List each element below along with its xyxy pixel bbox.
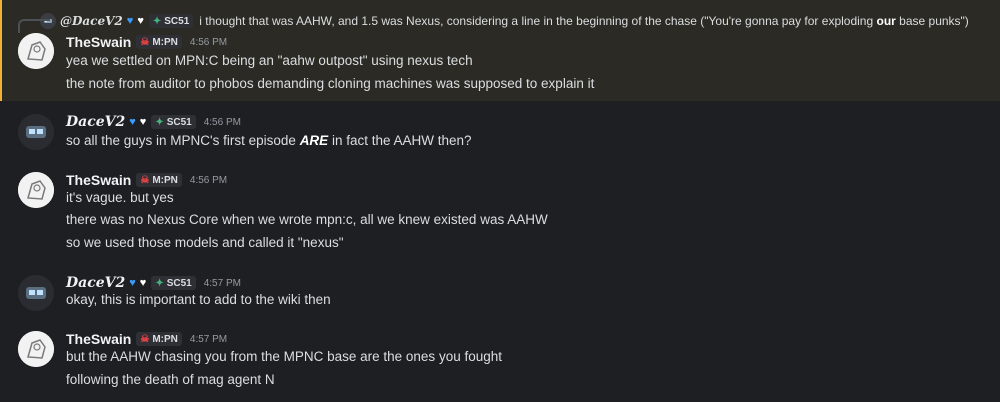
message-text: yea we settled on MPN:C being an "aahw o… bbox=[66, 53, 473, 68]
reply-preview[interactable]: @DaceV2 ♥ ♥ ✦ SC51 i thought that was AAH… bbox=[18, 10, 969, 33]
blue-heart-icon: ♥ bbox=[126, 15, 134, 27]
plus-star-icon: ✦ bbox=[155, 277, 164, 289]
white-heart-icon: ♥ bbox=[139, 116, 147, 128]
username[interactable]: DaceV2 bbox=[66, 275, 125, 291]
avatar[interactable] bbox=[18, 114, 54, 150]
blue-heart-icon: ♥ bbox=[129, 116, 136, 128]
timestamp[interactable]: 4:56 PM bbox=[204, 117, 241, 128]
plus-star-icon: ✦ bbox=[155, 116, 164, 128]
reply-role-tag[interactable]: ✦ SC51 bbox=[148, 14, 194, 28]
avatar[interactable] bbox=[18, 331, 54, 367]
blue-heart-icon: ♥ bbox=[129, 277, 136, 289]
timestamp[interactable]: 4:56 PM bbox=[190, 175, 227, 186]
message-text: there was no Nexus Core when we wrote mp… bbox=[66, 212, 548, 227]
username[interactable]: TheSwain bbox=[66, 331, 131, 347]
role-tag[interactable]: ✦ SC51 bbox=[151, 115, 196, 129]
timestamp[interactable]: 4:57 PM bbox=[204, 278, 241, 289]
message-text: it's vague. but yes bbox=[66, 190, 174, 205]
message-header: TheSwain ☠ M:PN 4:57 PM bbox=[66, 329, 227, 349]
role-tag[interactable]: ☠ M:PN bbox=[136, 332, 182, 346]
message-header: DaceV2 ♥ ♥ ✦ SC51 4:57 PM bbox=[66, 273, 241, 293]
timestamp[interactable]: 4:57 PM bbox=[190, 334, 227, 345]
role-tag[interactable]: ✦ SC51 bbox=[151, 276, 196, 290]
message-text: following the death of mag agent N bbox=[66, 372, 275, 387]
timestamp[interactable]: 4:56 PM bbox=[190, 37, 227, 48]
username[interactable]: TheSwain bbox=[66, 172, 131, 188]
skull-icon: ☠ bbox=[140, 333, 150, 345]
white-heart-icon: ♥ bbox=[137, 15, 144, 27]
message-text: but the AAHW chasing you from the MPNC b… bbox=[66, 349, 502, 364]
message-header: DaceV2 ♥ ♥ ✦ SC51 4:56 PM bbox=[66, 112, 241, 132]
username[interactable]: DaceV2 bbox=[66, 114, 125, 130]
message-text: okay, this is important to add to the wi… bbox=[66, 292, 331, 307]
avatar[interactable] bbox=[18, 275, 54, 311]
avatar[interactable] bbox=[18, 33, 54, 69]
message-text: so all the guys in MPNC's first episode … bbox=[66, 133, 472, 148]
message-text: so we used those models and called it "n… bbox=[66, 235, 344, 250]
message-header: TheSwain ☠ M:PN 4:56 PM bbox=[66, 32, 227, 52]
message-text: the note from auditor to phobos demandin… bbox=[66, 76, 595, 91]
white-heart-icon: ♥ bbox=[139, 277, 147, 289]
reply-spine bbox=[18, 19, 50, 33]
reply-author[interactable]: @DaceV2 bbox=[60, 14, 123, 28]
plus-star-icon: ✦ bbox=[152, 15, 162, 27]
username[interactable]: TheSwain bbox=[66, 34, 131, 50]
skull-icon: ☠ bbox=[140, 36, 150, 48]
role-tag[interactable]: ☠ M:PN bbox=[136, 173, 182, 187]
message-header: TheSwain ☠ M:PN 4:56 PM bbox=[66, 170, 227, 190]
role-tag[interactable]: ☠ M:PN bbox=[136, 35, 182, 49]
reply-text[interactable]: i thought that was AAHW, and 1.5 was Nex… bbox=[199, 14, 969, 28]
avatar[interactable] bbox=[18, 172, 54, 208]
skull-icon: ☠ bbox=[140, 174, 150, 186]
